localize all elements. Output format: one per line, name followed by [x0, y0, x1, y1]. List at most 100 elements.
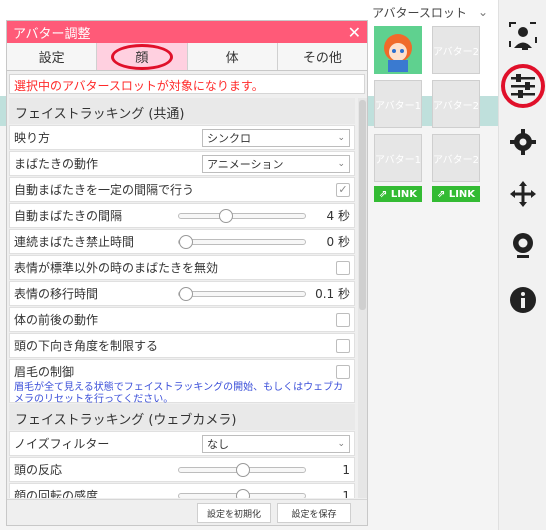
section-header: フェイストラッキング (ウェブカメラ)	[9, 404, 355, 430]
eyebrow-note: 眉毛が全て見える状態でフェイストラッキングの開始、もしくはウェブカメラのリセット…	[14, 382, 344, 405]
scrollbar-thumb[interactable]	[359, 100, 366, 310]
right-toolbar	[498, 0, 546, 530]
avatar-slot-2[interactable]: アバター2	[432, 26, 480, 74]
avatar-slot-panel: アバタースロット ⌄ アバター1 アバター1 ⇗ LINK アバター2 アバター…	[368, 2, 492, 208]
tab-face[interactable]: 顔	[97, 43, 188, 70]
slot-notice: 選択中のアバタースロットが対象になります。	[9, 74, 365, 94]
slider-value: 4 秒	[326, 209, 350, 223]
person-icon[interactable]	[505, 18, 541, 54]
link-icon: ⇗	[378, 188, 388, 200]
row-label: 映り方	[14, 131, 51, 145]
avatar-slot-3[interactable]: アバター1	[374, 80, 422, 128]
slot-label: アバター1	[375, 154, 421, 166]
row-label: 頭の下向き角度を制限する	[14, 339, 159, 353]
expression-transition-slider[interactable]	[178, 286, 306, 301]
tab-label: 設定	[38, 51, 65, 66]
select-value: シンクロ	[207, 131, 251, 145]
row-label: 顔の回転の感度	[14, 489, 99, 498]
info-icon[interactable]	[505, 282, 541, 318]
webcam-icon[interactable]	[505, 228, 541, 264]
row-label: 眉毛の制御	[14, 365, 75, 379]
tab-bar: 設定 顔 体 その他	[7, 43, 367, 71]
slider-value: 1	[342, 488, 350, 499]
slot-label: アバター1	[375, 100, 421, 112]
slider-value: 0 秒	[326, 235, 350, 249]
disable-blink-checkbox[interactable]	[336, 260, 350, 275]
tab-other[interactable]: その他	[277, 43, 367, 70]
section-header: フェイストラッキング (共通)	[9, 98, 355, 124]
head-response-slider[interactable]	[178, 462, 306, 477]
slider-thumb[interactable]	[218, 208, 233, 223]
link-button-right[interactable]: ⇗ LINK	[432, 186, 480, 202]
blink-interval-slider[interactable]	[178, 208, 306, 223]
blink-regular-row: 自動まばたきを一定の間隔で行う ✓	[9, 177, 355, 202]
link-button-left[interactable]: ⇗ LINK	[374, 186, 422, 202]
chevron-down-icon: ⌄	[337, 438, 345, 449]
avatar-slot-6[interactable]: アバター2	[432, 134, 480, 182]
save-settings-button[interactable]: 設定を保存	[277, 503, 351, 523]
blink-cooldown-row: 連続まばたき禁止時間 0 秒	[9, 229, 355, 254]
row-label: 連続まばたき禁止時間	[14, 235, 135, 249]
move-icon[interactable]	[505, 176, 541, 212]
chevron-down-icon: ⌄	[337, 132, 345, 143]
close-icon[interactable]: ✕	[348, 23, 361, 42]
link-icon: ⇗	[436, 188, 446, 200]
eyebrow-control-checkbox[interactable]	[336, 364, 350, 379]
tab-label: その他	[302, 51, 342, 66]
panel-title: アバター調整	[13, 26, 91, 42]
link-label: LINK	[390, 188, 418, 200]
face-rotation-row: 顔の回転の感度 1	[9, 483, 355, 498]
row-label: 表情の移行時間	[14, 287, 99, 301]
chevron-down-icon[interactable]: ⌄	[478, 5, 488, 19]
check-icon: ✓	[338, 183, 348, 196]
tab-settings[interactable]: 設定	[7, 43, 98, 70]
head-response-row: 頭の反応 1	[9, 457, 355, 482]
tab-label: 体	[225, 51, 239, 66]
slider-thumb[interactable]	[179, 286, 193, 301]
row-label: 頭の反応	[14, 463, 63, 477]
blink-cooldown-slider[interactable]	[178, 234, 306, 249]
highlight-ring	[501, 64, 545, 108]
settings-scrollbar[interactable]	[358, 98, 367, 498]
row-label: ノイズフィルター	[14, 437, 110, 451]
slot-label: アバター2	[433, 100, 479, 112]
body-forward-checkbox[interactable]	[336, 312, 350, 327]
blink-action-row: まばたきの動作 アニメーション ⌄	[9, 151, 355, 176]
blink-interval-row: 自動まばたきの間隔 4 秒	[9, 203, 355, 228]
slider-value: 0.1 秒	[315, 287, 350, 301]
slot-panel-title: アバタースロット	[372, 5, 467, 20]
slider-thumb[interactable]	[179, 234, 193, 249]
slider-thumb[interactable]	[236, 488, 250, 498]
gear-icon[interactable]	[505, 124, 541, 160]
reflection-select[interactable]: シンクロ ⌄	[202, 128, 350, 147]
row-label: 体の前後の動作	[14, 313, 99, 327]
noise-filter-select[interactable]: なし ⌄	[202, 434, 350, 453]
highlight-ring	[110, 43, 173, 70]
head-down-limit-checkbox[interactable]	[336, 338, 350, 353]
eyebrow-control-row: 眉毛の制御 眉毛が全て見える状態でフェイストラッキングの開始、もしくはウェブカメ…	[9, 359, 355, 405]
row-label: 自動まばたきの間隔	[14, 209, 123, 223]
select-value: なし	[207, 437, 229, 451]
blink-action-select[interactable]: アニメーション ⌄	[202, 154, 350, 173]
slot-label: アバター2	[433, 154, 479, 166]
expression-transition-row: 表情の移行時間 0.1 秒	[9, 281, 355, 306]
slider-value: 1	[342, 462, 350, 477]
reset-settings-button[interactable]: 設定を初期化	[197, 503, 271, 523]
sliders-icon[interactable]	[501, 64, 545, 108]
blink-regular-checkbox[interactable]: ✓	[336, 182, 350, 197]
row-label: 表情が標準以外の時のまばたきを無効	[14, 261, 219, 275]
chevron-down-icon: ⌄	[337, 158, 345, 169]
body-forward-row: 体の前後の動作	[9, 307, 355, 332]
select-value: アニメーション	[207, 157, 284, 171]
reflection-row: 映り方 シンクロ ⌄	[9, 125, 355, 150]
avatar-slot-5[interactable]: アバター1	[374, 134, 422, 182]
slider-thumb[interactable]	[236, 462, 250, 477]
link-label: LINK	[448, 188, 476, 200]
tab-body[interactable]: 体	[187, 43, 278, 70]
face-rotation-slider[interactable]	[178, 488, 306, 498]
noise-filter-row: ノイズフィルター なし ⌄	[9, 431, 355, 456]
disable-blink-row: 表情が標準以外の時のまばたきを無効	[9, 255, 355, 280]
avatar-slot-4[interactable]: アバター2	[432, 80, 480, 128]
avatar-slot-1[interactable]	[374, 26, 422, 74]
row-label: まばたきの動作	[14, 157, 99, 171]
